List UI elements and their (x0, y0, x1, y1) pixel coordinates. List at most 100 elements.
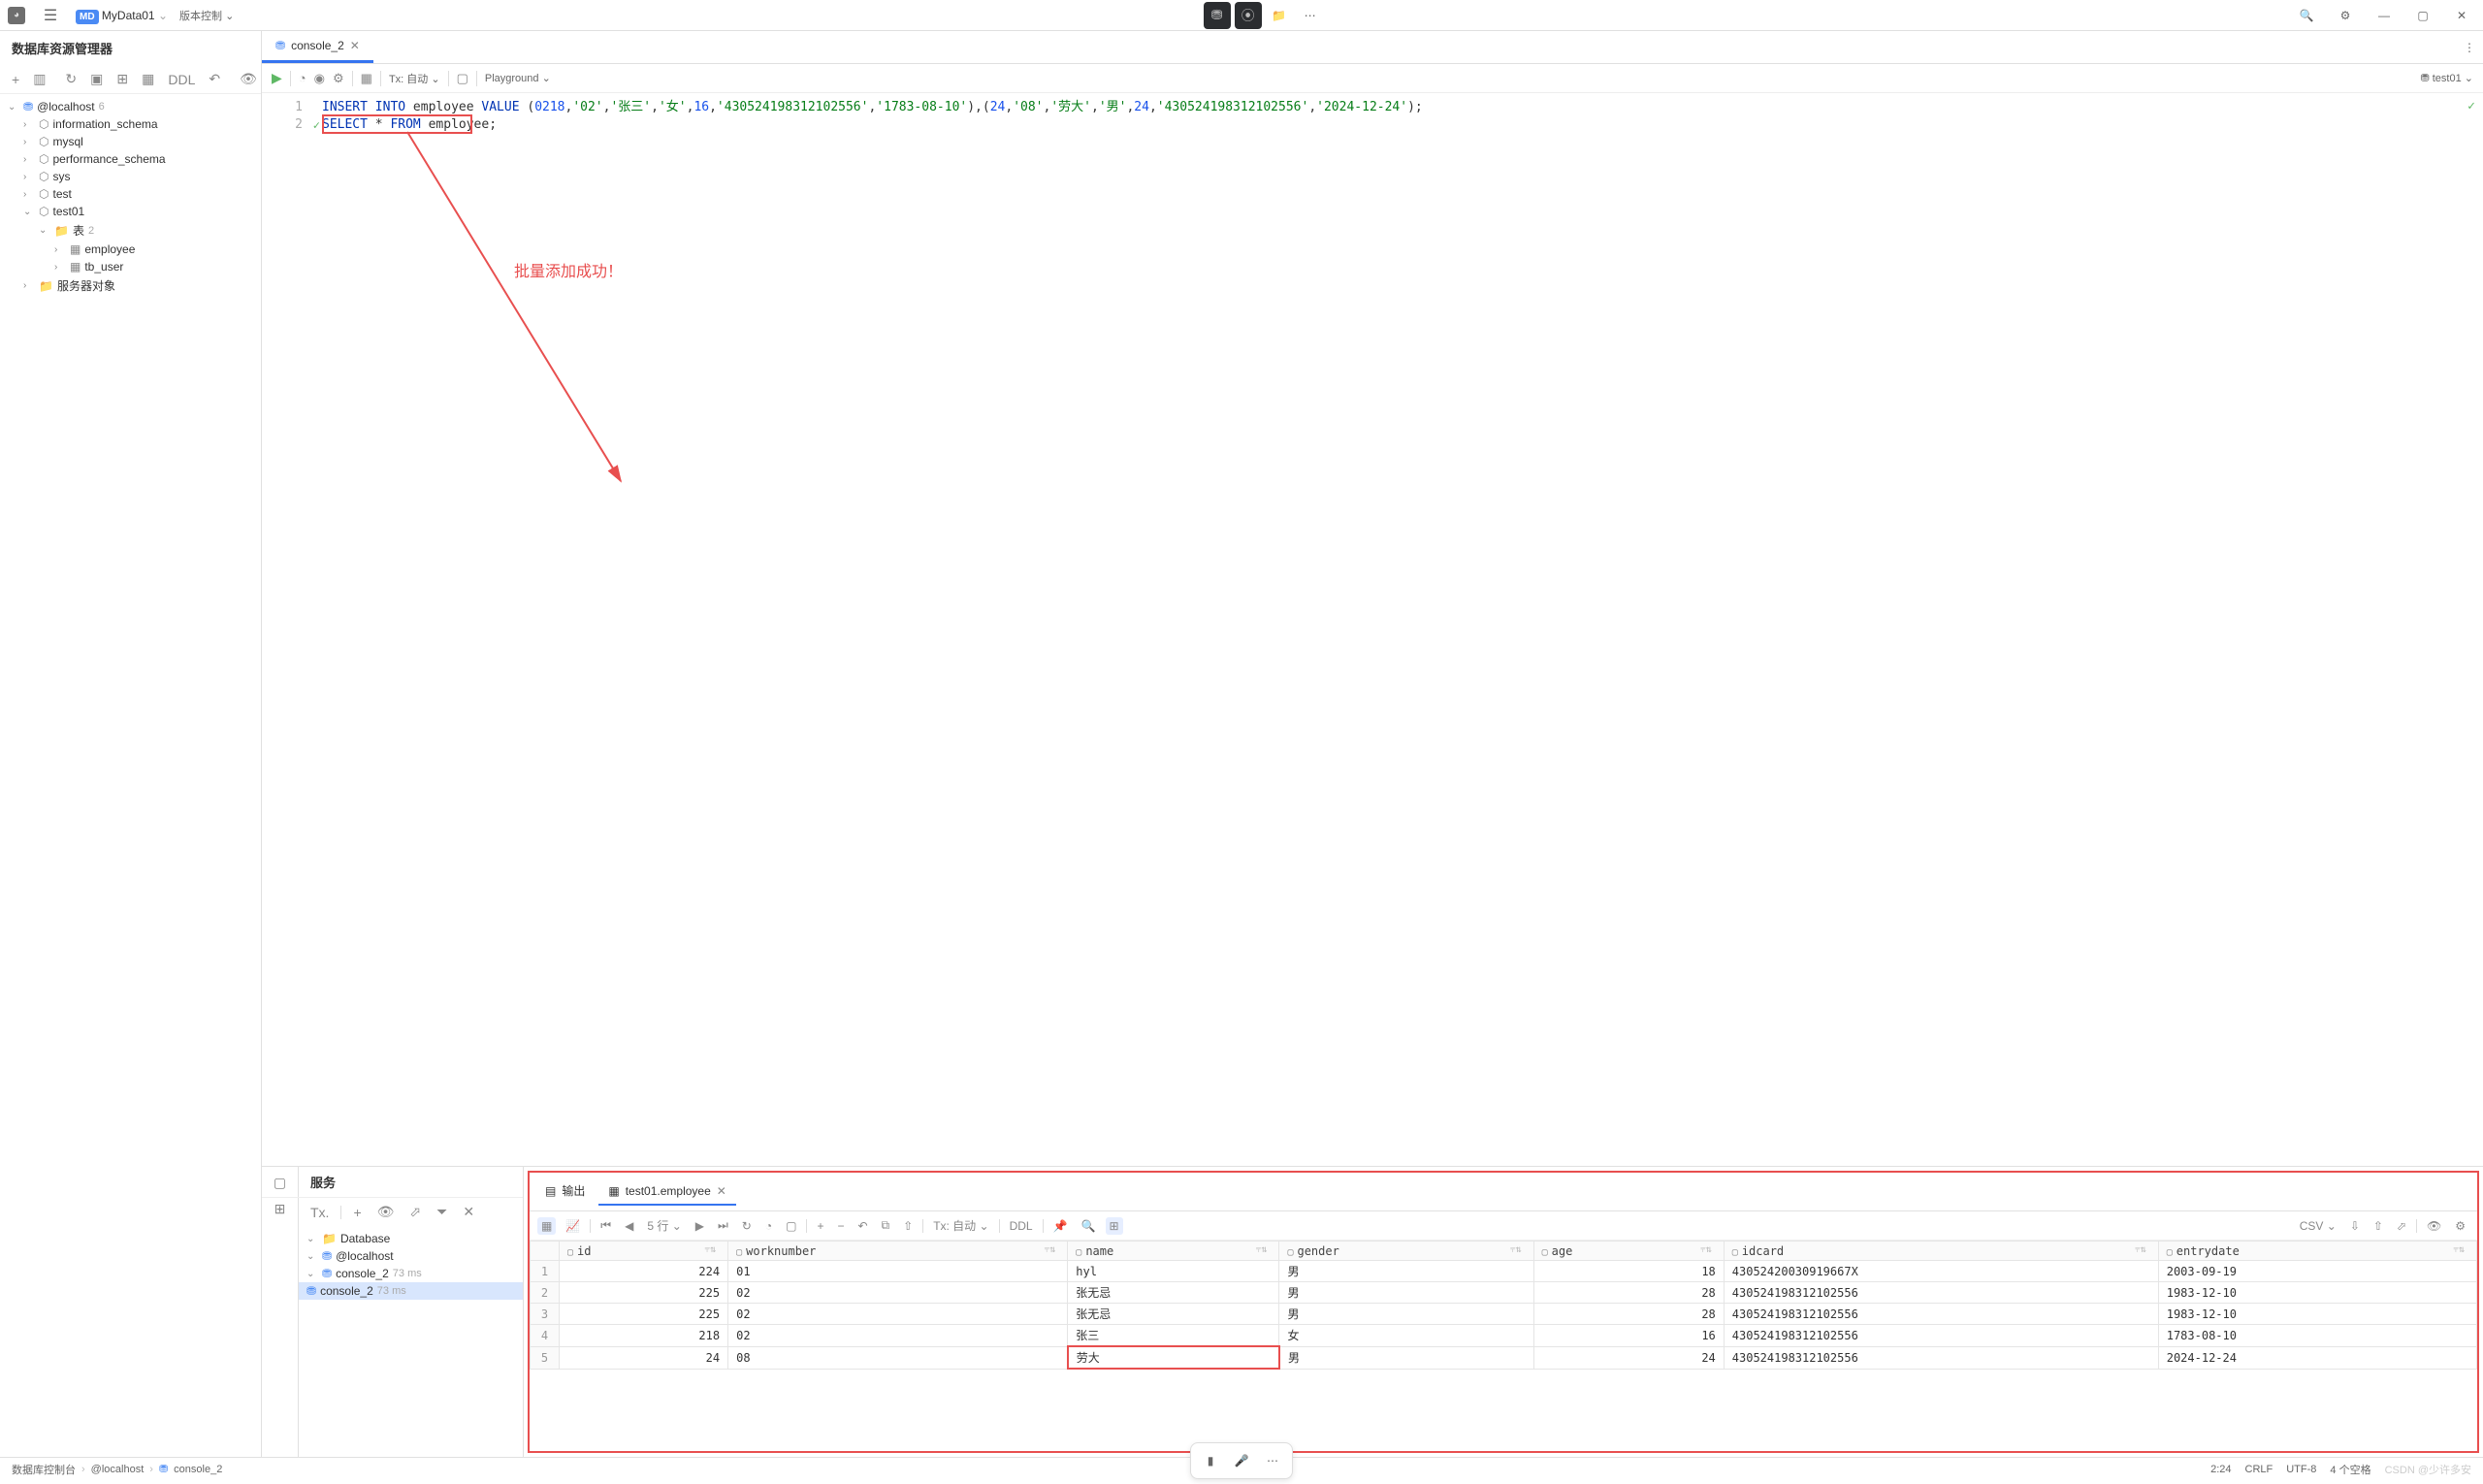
tree-schema[interactable]: ›⬡mysql (0, 133, 261, 150)
view-icon[interactable]: 👁 (2423, 1217, 2445, 1235)
clone-icon[interactable]: ⧉ (878, 1216, 894, 1235)
tree-schema[interactable]: ›⬡test (0, 185, 261, 203)
maximize-icon[interactable]: ▢ (2409, 2, 2436, 29)
grid-icon[interactable]: ▦ (361, 71, 372, 86)
svc-console-1[interactable]: ⌄⛃console_2 73 ms (299, 1265, 523, 1282)
table-cell[interactable]: 24 (560, 1346, 728, 1369)
add-row-icon[interactable]: + (813, 1217, 827, 1235)
eye-icon[interactable]: 👁 (236, 69, 261, 89)
chart-view-icon[interactable]: 📈 (562, 1217, 584, 1235)
add-icon[interactable]: + (8, 70, 23, 89)
table-row[interactable]: 421802张三女164305241983121025561783-08-10 (531, 1325, 2477, 1347)
column-header[interactable]: ▢worknumber⇅⫧ (728, 1242, 1068, 1261)
first-page-icon[interactable]: ⏮ (597, 1216, 615, 1235)
submit-icon[interactable]: ⇧ (899, 1217, 917, 1235)
table-cell[interactable]: 1983-12-10 (2158, 1282, 2476, 1304)
svc-eye-icon[interactable]: 👁 (373, 1202, 399, 1222)
settings-icon[interactable]: ⚙ (2332, 2, 2359, 29)
table-cell[interactable]: 43052420030919667X (1724, 1261, 2158, 1282)
line-ending[interactable]: CRLF (2245, 1464, 2273, 1475)
float-action-icon[interactable]: ▮ (1197, 1447, 1224, 1474)
tree-schema[interactable]: ›⬡performance_schema (0, 150, 261, 168)
pin-icon[interactable]: 📌 (1049, 1217, 1072, 1235)
more-icon[interactable]: ⋯ (1297, 2, 1324, 29)
tree-server-objects[interactable]: ›📁服务器对象 (0, 275, 261, 296)
table-row[interactable]: 52408劳大男244305241983121025562024-12-24 (531, 1346, 2477, 1369)
tx-dropdown[interactable]: Tx: 自动 ⌄ (389, 71, 440, 86)
table-row[interactable]: 222502张无忌男284305241983121025561983-12-10 (531, 1282, 2477, 1304)
float-more-icon[interactable]: ⋯ (1259, 1447, 1286, 1474)
tree-schema[interactable]: ⌄⬡test01 (0, 203, 261, 220)
rows-dropdown[interactable]: 5 行 ⌄ (643, 1215, 685, 1236)
diagnose-icon[interactable]: ⊞ (113, 69, 132, 89)
last-page-icon[interactable]: ⏭ (714, 1216, 732, 1235)
tx-short-icon[interactable]: Tx. (306, 1203, 333, 1222)
table-cell[interactable]: 02 (728, 1325, 1068, 1347)
svc-localhost[interactable]: ⌄⛃@localhost (299, 1247, 523, 1265)
table-cell[interactable]: 02 (728, 1282, 1068, 1304)
column-header[interactable]: ▢age⇅⫧ (1533, 1242, 1724, 1261)
breadcrumb[interactable]: 数据库控制台› @localhost› ⛃console_2 (12, 1462, 222, 1477)
table-cell[interactable]: 224 (560, 1261, 728, 1282)
table-cell[interactable]: 劳大 (1068, 1346, 1279, 1369)
jump-icon[interactable]: ▦ (138, 69, 158, 89)
table-cell[interactable]: 18 (1533, 1261, 1724, 1282)
stop-icon[interactable]: ▢ (782, 1217, 800, 1235)
revert-icon[interactable]: ↶ (854, 1217, 871, 1235)
menu-icon[interactable]: ☰ (37, 2, 64, 29)
svc-database[interactable]: ⌄📁Database (299, 1230, 523, 1247)
column-header[interactable]: ▢name⇅⫧ (1068, 1242, 1279, 1261)
table-cell[interactable]: 01 (728, 1261, 1068, 1282)
table-cell[interactable]: 2003-09-19 (2158, 1261, 2476, 1282)
table-row[interactable]: 122401hyl男1843052420030919667X2003-09-19 (531, 1261, 2477, 1282)
next-page-icon[interactable]: ▶ (692, 1217, 708, 1235)
table-cell[interactable]: 1983-12-10 (2158, 1304, 2476, 1325)
table-cell[interactable]: 430524198312102556 (1724, 1346, 2158, 1369)
import-icon[interactable]: ⇧ (2370, 1217, 2387, 1235)
playground-dropdown[interactable]: Playground ⌄ (485, 72, 551, 84)
table-cell[interactable]: 430524198312102556 (1724, 1304, 2158, 1325)
tree-schema[interactable]: ›⬡sys (0, 168, 261, 185)
search-icon[interactable]: 🔍 (2293, 2, 2320, 29)
commit-icon[interactable]: ▢ (457, 71, 468, 86)
table-tab[interactable]: ▦test01.employee ✕ (598, 1178, 735, 1206)
table-cell[interactable]: 430524198312102556 (1724, 1282, 2158, 1304)
refresh-icon[interactable]: ↻ (61, 69, 81, 89)
table-row[interactable]: 322502张无忌男284305241983121025561983-12-10 (531, 1304, 2477, 1325)
database-tool-icon[interactable]: ⛃ (1204, 2, 1231, 29)
cursor-position[interactable]: 2:24 (2210, 1464, 2231, 1475)
run-icon[interactable]: ▶ (272, 70, 282, 86)
clock-icon[interactable]: ◔ (761, 1217, 776, 1235)
results-grid[interactable]: ▢id⇅⫧▢worknumber⇅⫧▢name⇅⫧▢gender⇅⫧▢age⇅⫧… (530, 1241, 2477, 1451)
vcs-dropdown[interactable]: 版本控制 ⌄ (179, 8, 234, 23)
export-icon[interactable]: ⇩ (2346, 1217, 2364, 1235)
csv-dropdown[interactable]: CSV ⌄ (2296, 1217, 2340, 1235)
tree-schema[interactable]: ›⬡information_schema (0, 115, 261, 133)
column-header[interactable]: ▢entrydate⇅⫧ (2158, 1242, 2476, 1261)
ddl-button[interactable]: DDL (164, 70, 199, 89)
project-selector[interactable]: MD MyData01 ⌄ (76, 9, 168, 22)
indent[interactable]: 4 个空格 (2330, 1462, 2370, 1477)
table-cell[interactable]: 2024-12-24 (2158, 1346, 2476, 1369)
table-cell[interactable]: 08 (728, 1346, 1068, 1369)
table-cell[interactable]: 张无忌 (1068, 1282, 1279, 1304)
grid-view-icon[interactable]: ▦ (537, 1217, 556, 1235)
folder-icon[interactable]: 📁 (1266, 2, 1293, 29)
table-cell[interactable]: 02 (728, 1304, 1068, 1325)
config-icon[interactable]: ⚙ (333, 71, 344, 86)
query-tool-icon[interactable]: ⦿ (1235, 2, 1262, 29)
dump-icon[interactable]: ⬀ (2393, 1217, 2410, 1235)
explain-icon[interactable]: ◉ (314, 71, 325, 86)
table-cell[interactable]: 225 (560, 1282, 728, 1304)
table-cell[interactable]: 男 (1279, 1304, 1533, 1325)
tx-dropdown[interactable]: Tx: 自动 ⌄ (929, 1215, 992, 1236)
tab-close-icon[interactable]: ✕ (350, 39, 360, 52)
tab-close-icon[interactable]: ✕ (717, 1184, 726, 1198)
remove-row-icon[interactable]: − (833, 1217, 848, 1235)
stop-icon[interactable]: ▣ (86, 69, 107, 89)
stack-icon[interactable]: ▥ (29, 69, 49, 89)
column-header[interactable]: ▢id⇅⫧ (560, 1242, 728, 1261)
tree-root[interactable]: ⌄⛃ @localhost 6 (0, 98, 261, 115)
svc-add-icon[interactable]: + (349, 1203, 365, 1222)
table-cell[interactable]: 女 (1279, 1325, 1533, 1347)
